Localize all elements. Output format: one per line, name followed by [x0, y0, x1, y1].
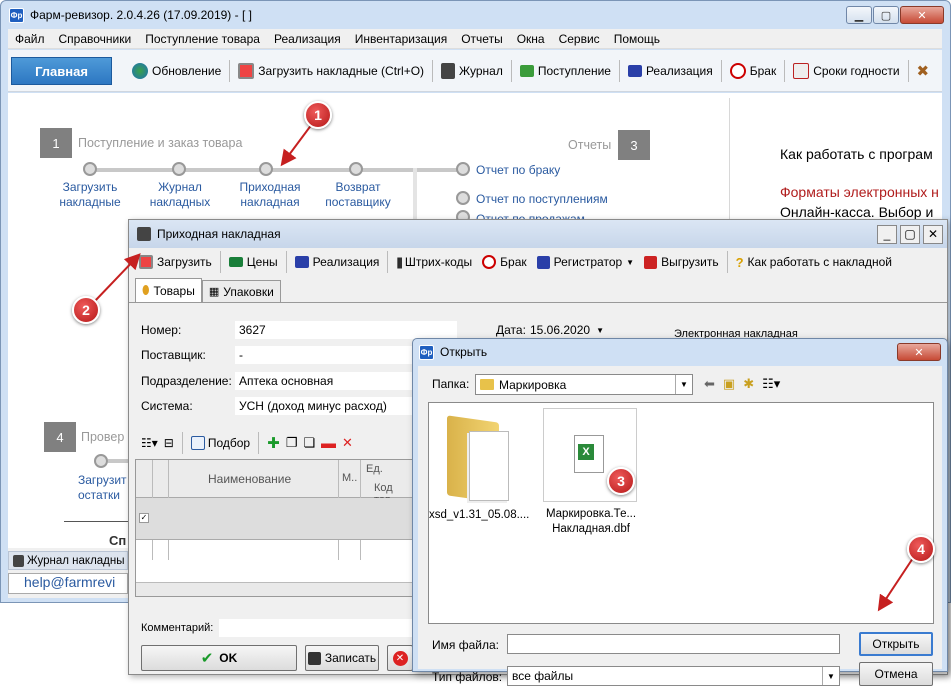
marker-2: 2 — [72, 296, 100, 324]
arrow-2 — [93, 253, 141, 303]
marker-1: 1 — [304, 101, 332, 129]
arrow-1 — [280, 123, 313, 167]
annotation-arrows — [93, 123, 916, 612]
arrow-4 — [877, 554, 916, 612]
marker-4: 4 — [907, 535, 935, 563]
marker-3: 3 — [607, 467, 635, 495]
